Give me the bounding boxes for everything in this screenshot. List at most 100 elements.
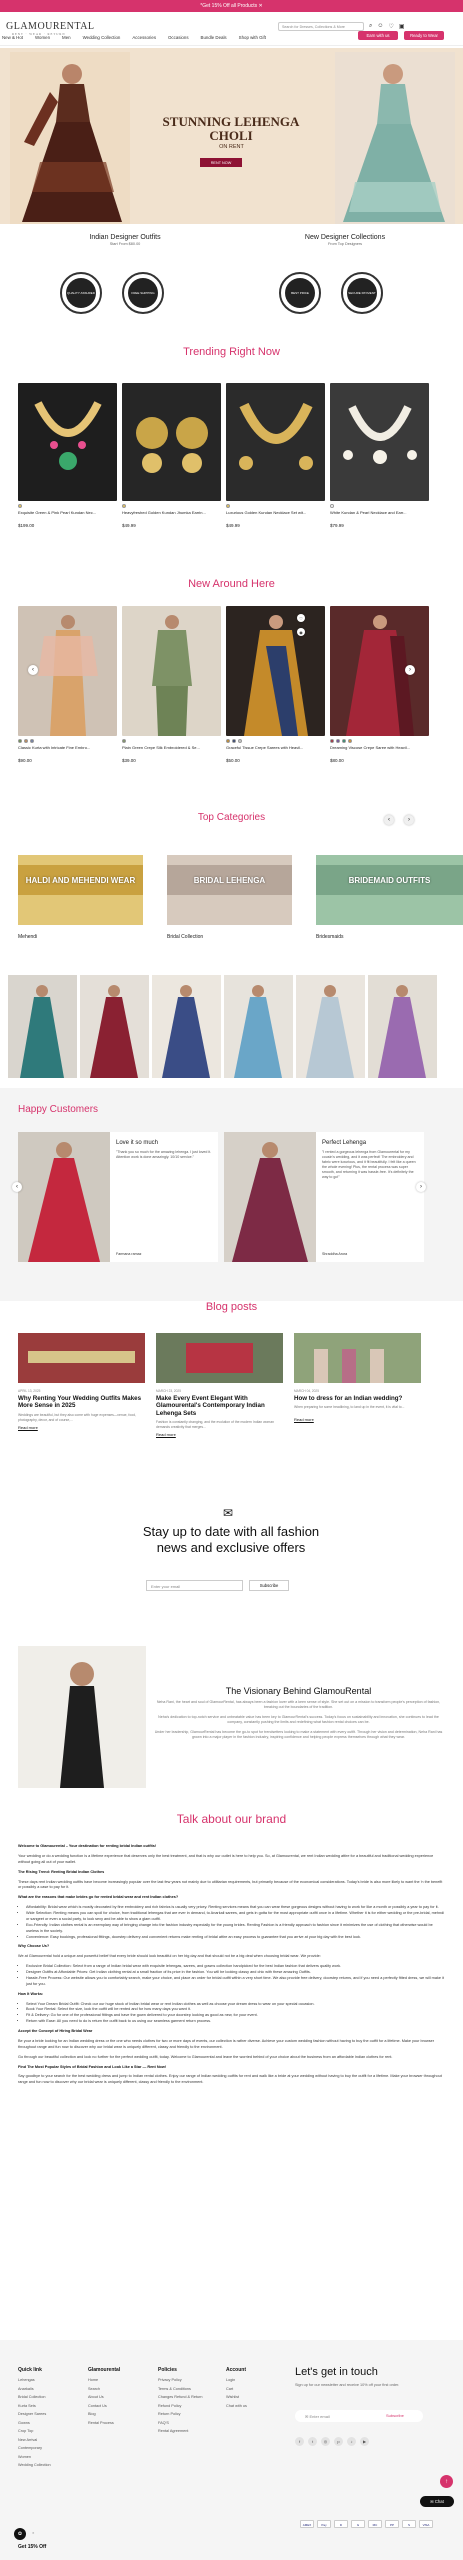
category-card[interactable]: BRIDEMAID OUTFITS: [316, 855, 463, 925]
footer-link[interactable]: FAQ'S: [158, 2421, 203, 2425]
blog-post[interactable]: MARCH 04, 2025 How to dress for an India…: [294, 1333, 421, 1422]
tiktok-icon[interactable]: ♪: [347, 2437, 356, 2446]
user-icon[interactable]: ☺: [377, 23, 383, 30]
chevron-left-icon[interactable]: ‹: [384, 815, 394, 825]
get-off-label[interactable]: Get 15% Off: [18, 2544, 46, 2550]
footer-link[interactable]: Crop Top: [18, 2429, 51, 2433]
chevron-left-icon[interactable]: ‹: [28, 665, 38, 675]
gallery-image[interactable]: [80, 975, 149, 1078]
blog-post-title[interactable]: How to dress for an Indian wedding?: [294, 1395, 421, 1402]
nav-item[interactable]: New & Hot: [2, 35, 23, 40]
category-label[interactable]: Mehendi: [18, 934, 37, 940]
footer-link[interactable]: Blog: [88, 2412, 120, 2416]
scroll-top-icon[interactable]: ↑: [440, 2475, 453, 2488]
close-icon[interactable]: ✕: [32, 2531, 35, 2535]
cart-icon[interactable]: ▣: [399, 23, 405, 30]
read-more-link[interactable]: Read more: [156, 1432, 283, 1437]
footer-link[interactable]: Lehengas: [18, 2378, 51, 2382]
footer-link[interactable]: Search: [88, 2387, 120, 2391]
gallery-image[interactable]: [224, 975, 293, 1078]
blog-post-title[interactable]: Why Renting Your Wedding Outfits Makes M…: [18, 1395, 145, 1410]
gallery-image[interactable]: [368, 975, 437, 1078]
read-more-link[interactable]: Read more: [294, 1417, 421, 1422]
nav-item[interactable]: Women: [35, 35, 50, 40]
hero-title: STUNNING LEHENGA CHOLI: [162, 114, 300, 144]
youtube-icon[interactable]: ▶: [360, 2437, 369, 2446]
footer-link[interactable]: Gowns: [18, 2421, 51, 2425]
footer-link[interactable]: Login: [226, 2378, 247, 2382]
product-card[interactable]: Plain Green Crepe Silk Embroidered & Se.…: [122, 606, 221, 763]
quick-view-icon[interactable]: ◉: [297, 628, 305, 636]
footer-link[interactable]: Rental Process: [88, 2421, 120, 2425]
category-label[interactable]: Bridal Collection: [167, 934, 203, 940]
footer-link[interactable]: Contemporary: [18, 2446, 51, 2450]
footer-link[interactable]: Changes Refund & Return: [158, 2395, 203, 2399]
footer-link[interactable]: Wishlist: [226, 2395, 247, 2399]
gift-icon[interactable]: ✿: [14, 2528, 26, 2540]
footer-link[interactable]: Cart: [226, 2387, 247, 2391]
hero-banner[interactable]: STUNNING LEHENGA CHOLI ON RENT RENT NOW: [0, 48, 463, 224]
blog-post[interactable]: MARCH 23, 2025 Make Every Event Elegant …: [156, 1333, 283, 1437]
nav-item[interactable]: Men: [62, 35, 71, 40]
newsletter-email-input[interactable]: Enter your email: [146, 1580, 243, 1591]
chevron-right-icon[interactable]: ›: [404, 815, 414, 825]
footer-link[interactable]: Privacy Policy: [158, 2378, 203, 2382]
nav-item[interactable]: Accessories: [132, 35, 156, 40]
facebook-icon[interactable]: f: [295, 2437, 304, 2446]
wishlist-icon[interactable]: ♡: [389, 23, 394, 30]
footer-link[interactable]: Wedding Collection: [18, 2463, 51, 2467]
footer-link[interactable]: Kurta Sets: [18, 2404, 51, 2408]
footer-link[interactable]: Refund Policy: [158, 2404, 203, 2408]
footer-link[interactable]: About Us: [88, 2395, 120, 2399]
footer-link[interactable]: Terms & Conditions: [158, 2387, 203, 2391]
gallery-image[interactable]: [296, 975, 365, 1078]
pinterest-icon[interactable]: p: [334, 2437, 343, 2446]
nav-item[interactable]: Bundle Deals: [201, 35, 227, 40]
nav-item[interactable]: Wedding Collection: [83, 35, 121, 40]
product-card[interactable]: Graceful Tissue Crepe Sarees with Heavil…: [226, 606, 325, 763]
footer-link[interactable]: Return Policy: [158, 2412, 203, 2416]
footer-subscribe-button[interactable]: Subscribe: [386, 2413, 404, 2418]
nav-item[interactable]: Shop with Gift: [239, 35, 266, 40]
category-card[interactable]: BRIDAL LEHENGA: [167, 855, 292, 925]
newsletter-subscribe-button[interactable]: Subscribe: [249, 1580, 289, 1591]
footer-link[interactable]: Anarkalis: [18, 2387, 51, 2391]
blog-post[interactable]: APRIL 13, 2025 Why Renting Your Wedding …: [18, 1333, 145, 1430]
nav-item[interactable]: Occasions: [168, 35, 189, 40]
category-label[interactable]: Bridesmaids: [316, 934, 344, 940]
product-card[interactable]: Heavyfreshed Golden Kundan Jhumka Earrin…: [122, 383, 221, 528]
search-icon[interactable]: ⌕: [369, 23, 372, 30]
product-image: [226, 383, 325, 501]
chevron-right-icon[interactable]: ›: [405, 665, 415, 675]
earn-button[interactable]: Earn with us: [358, 31, 398, 40]
category-card[interactable]: HALDI AND MEHENDI WEAR: [18, 855, 143, 925]
read-more-link[interactable]: Read more: [18, 1425, 145, 1430]
ready-to-wear-button[interactable]: Ready to Wear: [404, 31, 444, 40]
chat-button[interactable]: ✉ Chat: [420, 2496, 454, 2507]
promo-indian-designer[interactable]: Indian Designer Outfits Start From $80.0…: [40, 234, 210, 246]
instagram-icon[interactable]: ◎: [321, 2437, 330, 2446]
footer-link[interactable]: Home: [88, 2378, 120, 2382]
promo-new-designer[interactable]: New Designer Collections From Top Design…: [260, 234, 430, 246]
gallery-image[interactable]: [8, 975, 77, 1078]
footer-link[interactable]: Contact Us: [88, 2404, 120, 2408]
footer-link[interactable]: Women: [18, 2455, 51, 2459]
rent-now-button[interactable]: RENT NOW: [200, 158, 242, 167]
chevron-right-icon[interactable]: ›: [416, 1182, 426, 1192]
search-input[interactable]: Search for Dresses, Collections & More: [278, 22, 364, 31]
footer-link[interactable]: New Arrival: [18, 2438, 51, 2442]
twitter-icon[interactable]: t: [308, 2437, 317, 2446]
product-card[interactable]: Exquisite Green & Pink Pearl Kundan Nec.…: [18, 383, 117, 528]
wishlist-icon[interactable]: ♡: [297, 614, 305, 622]
footer-link[interactable]: Designer Sarees: [18, 2412, 51, 2416]
product-card[interactable]: Luxurious Golden Kundan Necklace Set wit…: [226, 383, 325, 528]
product-card[interactable]: Classic Kurta with Intricate Fine Embro.…: [18, 606, 117, 763]
footer-link[interactable]: Bridal Collection: [18, 2395, 51, 2399]
product-card[interactable]: Dreaming Viscose Crepe Saree with Heavil…: [330, 606, 429, 763]
blog-post-title[interactable]: Make Every Event Elegant With Glamourent…: [156, 1395, 283, 1417]
chevron-left-icon[interactable]: ‹: [12, 1182, 22, 1192]
footer-link[interactable]: Chat with us: [226, 2404, 247, 2408]
product-card[interactable]: White Kundan & Pearl Necklace and Earr..…: [330, 383, 429, 528]
footer-link[interactable]: Rental Agreement: [158, 2429, 203, 2433]
gallery-image[interactable]: [152, 975, 221, 1078]
